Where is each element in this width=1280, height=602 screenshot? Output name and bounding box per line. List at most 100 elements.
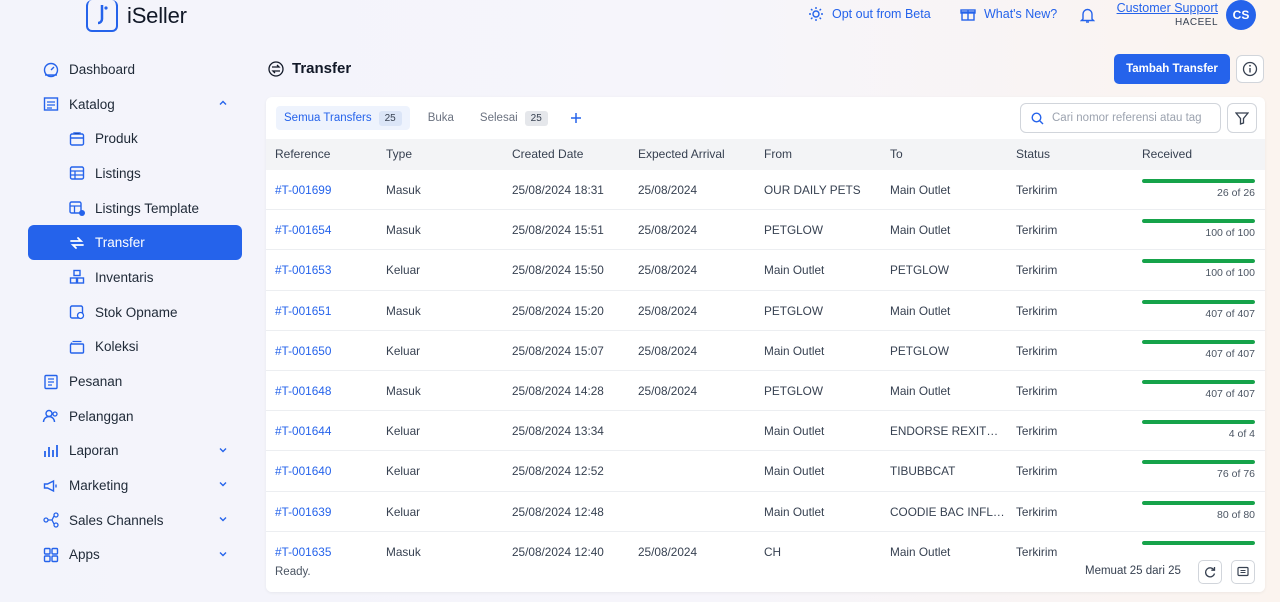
tab-bar: Semua Transfers 25 Buka Selesai 25 (276, 106, 582, 130)
cell-from: Main Outlet (764, 464, 825, 479)
sidebar-item-sales-channels[interactable]: Sales Channels (28, 503, 242, 538)
column-header-created-date[interactable]: Created Date (512, 147, 632, 161)
export-button[interactable] (1231, 560, 1255, 584)
cell-status: Terkirim (1016, 504, 1058, 519)
cell-type: Masuk (386, 183, 421, 197)
cell-expected: 25/08/2024 (638, 183, 698, 197)
column-header-reference[interactable]: Reference (275, 147, 375, 161)
status-text: Ready. (275, 566, 311, 578)
transfer-card: Semua Transfers 25 Buka Selesai 25 Reference… (266, 97, 1265, 592)
tab-semua-transfers[interactable]: Semua Transfers 25 (276, 106, 410, 130)
refresh-icon (1204, 566, 1216, 578)
sidebar-item-koleksi[interactable]: Koleksi (28, 330, 242, 365)
sidebar-item-transfer[interactable]: Transfer (28, 225, 242, 261)
table-row[interactable]: #T-001699 Masuk 25/08/2024 18:31 25/08/2024… (266, 170, 1265, 211)
add-tab-button[interactable] (570, 112, 582, 124)
sidebar-item-produk[interactable]: Produk (28, 121, 242, 156)
cell-type: Keluar (386, 464, 421, 479)
cell-ref[interactable]: #T-001653 (275, 263, 375, 277)
received-cell: 100 of 100 (1142, 259, 1255, 279)
received-progress-bar (1142, 460, 1255, 465)
table-row[interactable]: #T-001654 Masuk 25/08/2024 15:51 25/08/2024… (266, 210, 1265, 251)
cell-type: Masuk (386, 544, 421, 559)
bell-icon[interactable] (1080, 7, 1095, 23)
add-transfer-button[interactable]: Tambah Transfer (1114, 54, 1230, 84)
sidebar-item-pelanggan[interactable]: Pelanggan (28, 399, 242, 434)
sidebar-item-label: Katalog (69, 96, 115, 112)
table-row[interactable]: #T-001653 Keluar 25/08/2024 15:50 25/08/202… (266, 250, 1265, 291)
received-cell: 407 of 407 (1142, 379, 1255, 400)
table-row[interactable]: #T-001650 Keluar 25/08/2024 15:07 25/08/202… (266, 331, 1265, 371)
sidebar-item-laporan[interactable]: Laporan (28, 434, 242, 469)
column-header-expected-arrival[interactable]: Expected Arrival (638, 147, 758, 161)
sidebar-item-listings-template[interactable]: Listings Template (28, 191, 242, 226)
sidebar-item-stok-opname[interactable]: Stok Opname (28, 295, 242, 330)
sidebar-item-listings[interactable]: Listings (28, 156, 242, 191)
received-count: 26 of 26 (1217, 187, 1255, 199)
cell-expected: 25/08/2024 (638, 383, 698, 398)
received-progress-fill (1142, 219, 1255, 224)
opt-out-beta-link[interactable]: Opt out from Beta (808, 6, 931, 22)
cell-ref[interactable]: #T-001650 (275, 344, 375, 358)
chevron-down-icon (218, 445, 228, 455)
sidebar-item-apps[interactable]: Apps (28, 538, 242, 573)
cell-ref[interactable]: #T-001644 (275, 424, 375, 438)
sidebar-item-inventaris[interactable]: Inventaris (28, 260, 242, 295)
cell-created: 25/08/2024 15:50 (512, 263, 604, 278)
table-row[interactable]: #T-001644 Keluar 25/08/2024 13:34 Main Outl… (266, 411, 1265, 452)
user-menu[interactable]: Customer Support HACEEL CS (1117, 0, 1256, 30)
cell-to: Main Outlet (890, 183, 951, 197)
cell-created: 25/08/2024 12:48 (512, 504, 604, 519)
received-progress-fill (1142, 460, 1255, 465)
search-box (1020, 103, 1221, 133)
help-button[interactable] (1236, 55, 1264, 83)
sidebar-item-label: Listings (95, 165, 141, 181)
received-progress-bar (1142, 540, 1255, 545)
sidebar-item-pesanan[interactable]: Pesanan (28, 364, 242, 399)
cell-ref[interactable]: #T-001699 (275, 183, 375, 197)
cell-to: Main Outlet (890, 223, 951, 238)
table-row[interactable]: #T-001651 Masuk 25/08/2024 15:20 25/08/2024… (266, 291, 1265, 331)
tab-buka[interactable]: Buka (420, 106, 462, 130)
filter-icon (1235, 111, 1249, 125)
search-input[interactable] (1052, 112, 1212, 124)
table-row[interactable]: #T-001648 Masuk 25/08/2024 14:28 25/08/2024… (266, 371, 1265, 412)
cell-status: Terkirim (1016, 464, 1058, 479)
cell-ref[interactable]: #T-001648 (275, 384, 375, 398)
received-count: 4 of 4 (1228, 428, 1255, 441)
sidebar-item-marketing[interactable]: Marketing (28, 468, 242, 503)
sidebar-item-dashboard[interactable]: Dashboard (28, 52, 242, 87)
cell-created: 25/08/2024 15:07 (512, 343, 604, 358)
tab-selesai[interactable]: Selesai 25 (472, 106, 556, 130)
cell-status: Terkirim (1016, 223, 1058, 238)
column-header-type[interactable]: Type (386, 147, 496, 161)
column-header-status[interactable]: Status (1016, 147, 1126, 161)
received-progress-fill (1142, 500, 1255, 505)
column-header-received[interactable]: Received (1142, 147, 1255, 161)
table-row[interactable]: #T-001640 Keluar 25/08/2024 12:52 Main Outl… (266, 451, 1265, 492)
refresh-button[interactable] (1198, 560, 1222, 584)
received-progress-bar (1142, 339, 1255, 344)
gift-icon (960, 6, 976, 22)
column-header-from[interactable]: From (764, 147, 884, 161)
sales-channels-icon (42, 511, 60, 529)
app-name: iSeller (127, 3, 187, 28)
filter-button[interactable] (1227, 103, 1257, 133)
cell-ref[interactable]: #T-001654 (275, 223, 375, 237)
cell-ref[interactable]: #T-001635 (275, 545, 375, 559)
sidebar-item-katalog[interactable]: Katalog (28, 87, 242, 122)
app-logo[interactable]: iSeller (86, 0, 187, 32)
cell-ref[interactable]: #T-001651 (275, 304, 375, 318)
cell-to: Main Outlet (890, 544, 951, 559)
column-header-to[interactable]: To (890, 147, 1006, 161)
cell-ref[interactable]: #T-001640 (275, 464, 375, 478)
received-count: 407 of 407 (1205, 387, 1255, 400)
sidebar-item-label: Pelanggan (69, 408, 134, 424)
marketing-icon (42, 477, 60, 495)
tab-count-badge: 25 (378, 110, 402, 126)
received-count: 80 of 80 (1217, 508, 1255, 521)
cell-expected: 25/08/2024 (638, 303, 698, 318)
whats-new-link[interactable]: What's New? (960, 6, 1057, 22)
table-row[interactable]: #T-001639 Keluar 25/08/2024 12:48 Main Outl… (266, 492, 1265, 532)
cell-ref[interactable]: #T-001639 (275, 505, 375, 519)
